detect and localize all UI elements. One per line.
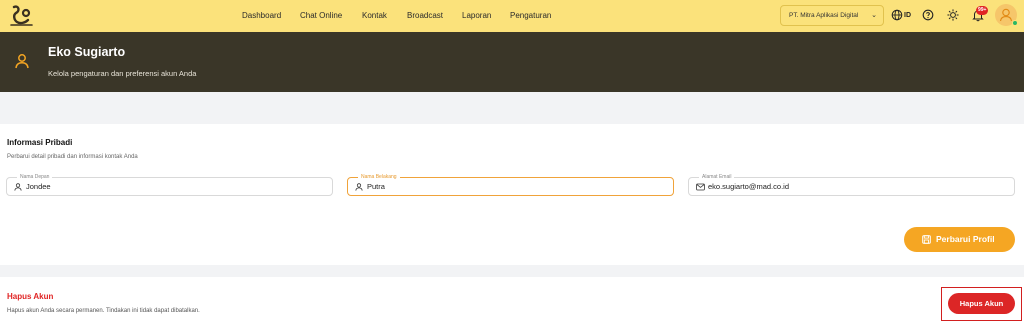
sun-icon[interactable] xyxy=(947,9,959,21)
app-logo[interactable] xyxy=(9,4,35,28)
delete-account-button[interactable]: Hapus Akun xyxy=(948,293,1015,314)
notification-badge: 99+ xyxy=(976,6,989,15)
avatar[interactable] xyxy=(995,4,1018,26)
user-icon xyxy=(15,54,29,69)
nav-kontak[interactable]: Kontak xyxy=(362,0,387,32)
online-status-dot xyxy=(1012,20,1018,26)
last-name-input[interactable] xyxy=(367,178,657,195)
page-header: Eko Sugiarto Kelola pengaturan dan prefe… xyxy=(0,32,1024,92)
email-field[interactable]: Alamat Email xyxy=(688,173,1015,196)
user-icon xyxy=(355,183,363,191)
update-profile-label: Perbarui Profil xyxy=(936,234,995,244)
personal-info-description: Perbarui detail pribadi dan informasi ko… xyxy=(7,154,138,160)
email-input[interactable] xyxy=(708,178,998,195)
update-profile-button[interactable]: Perbarui Profil xyxy=(904,227,1015,252)
first-name-input[interactable] xyxy=(26,178,316,195)
first-name-field[interactable]: Nama Depan xyxy=(6,173,333,196)
delete-account-description: Hapus akun Anda secara permanen. Tindaka… xyxy=(7,308,200,314)
delete-account-title: Hapus Akun xyxy=(7,292,54,301)
nav-chat-online[interactable]: Chat Online xyxy=(300,0,342,32)
company-name: PT. Mitra Aplikasi Digital xyxy=(789,12,859,19)
spacer xyxy=(0,92,1024,124)
nav-dashboard[interactable]: Dashboard xyxy=(242,0,281,32)
globe-icon[interactable] xyxy=(891,9,903,21)
delete-account-card: Hapus Akun Hapus akun Anda secara perman… xyxy=(0,277,1024,326)
mail-icon xyxy=(696,183,705,191)
page-subtitle: Kelola pengaturan dan preferensi akun An… xyxy=(48,69,197,78)
nav-laporan[interactable]: Laporan xyxy=(462,0,491,32)
company-selector[interactable]: PT. Mitra Aplikasi Digital ⌄ xyxy=(780,5,884,26)
section-divider xyxy=(0,265,1024,277)
nav-broadcast[interactable]: Broadcast xyxy=(407,0,443,32)
user-icon xyxy=(14,183,22,191)
chevron-down-icon: ⌄ xyxy=(871,12,877,19)
help-icon[interactable] xyxy=(922,9,934,21)
page-title: Eko Sugiarto xyxy=(48,45,126,59)
personal-info-card: Informasi Pribadi Perbarui detail pribad… xyxy=(0,124,1024,265)
top-navbar: Dashboard Chat Online Kontak Broadcast L… xyxy=(0,0,1024,32)
save-icon xyxy=(922,235,931,244)
last-name-field[interactable]: Nama Belakang xyxy=(347,173,674,196)
language-label[interactable]: ID xyxy=(904,0,911,32)
personal-info-title: Informasi Pribadi xyxy=(7,138,73,147)
nav-pengaturan[interactable]: Pengaturan xyxy=(510,0,551,32)
